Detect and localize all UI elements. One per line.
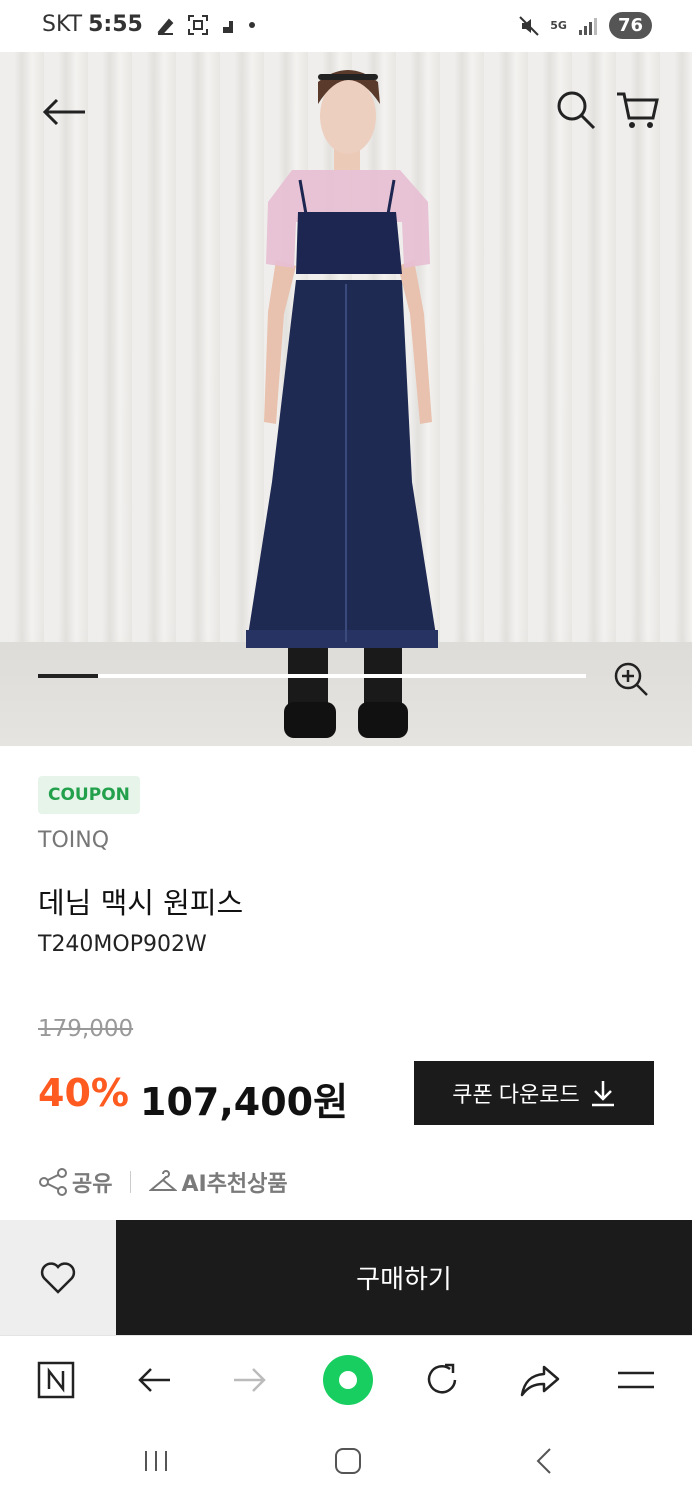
status-right: 5G 76 [518,12,652,39]
browser-back-button[interactable] [128,1354,180,1406]
coupon-download-button[interactable]: 쿠폰 다운로드 [414,1061,654,1125]
status-bar: SKT 5:55 5G 76 [0,0,692,52]
coupon-download-label: 쿠폰 다운로드 [452,1082,580,1107]
buy-button[interactable]: 구매하기 [116,1220,692,1335]
gallery-progress-bar [38,674,586,678]
share-icon [39,1168,67,1196]
status-carrier: SKT [42,12,83,37]
product-photo [246,70,438,738]
sale-price: 107,400원 [140,1080,349,1124]
discount-rate: 40% [38,1071,129,1115]
share-page-button[interactable] [514,1354,566,1406]
refresh-button[interactable] [416,1354,468,1406]
ai-recommend-link[interactable]: AI추천상품 [149,1166,288,1198]
hanger-icon [149,1170,178,1191]
coupon-badge: COUPON [38,776,140,814]
more-notifications-dot-icon [248,21,255,28]
ai-recommend-label: AI추천상품 [181,1172,288,1197]
browser-toolbar [0,1335,692,1423]
product-title: 데님 맥시 원피스 [38,886,244,920]
mute-icon [519,15,539,36]
naver-home-button[interactable] [30,1354,82,1406]
product-image-gallery[interactable] [0,52,692,746]
cart-button[interactable] [612,86,662,134]
home-button[interactable] [322,1439,374,1483]
menu-button[interactable] [610,1354,662,1406]
green-dot-button[interactable] [320,1352,376,1408]
green-dot-icon [323,1355,373,1405]
forward-share-icon [520,1365,560,1397]
arrow-left-icon [138,1368,170,1392]
wishlist-button[interactable] [0,1220,116,1335]
system-navigation-bar [0,1423,692,1500]
battery-level: 76 [608,12,652,39]
pen-icon [157,18,174,35]
recent-apps-button[interactable] [130,1439,182,1483]
app-notification-icon [222,20,233,33]
search-button[interactable] [552,86,600,134]
status-left: SKT 5:55 [42,12,257,37]
chevron-left-icon [536,1448,551,1474]
network-type: 5G [550,18,567,32]
refresh-icon [427,1363,457,1394]
arrow-right-icon [234,1368,266,1392]
zoom-button[interactable] [608,656,654,702]
download-icon [591,1081,614,1107]
share-label: 공유 [72,1172,113,1197]
search-icon [557,91,596,130]
gallery-progress-fill [38,674,99,678]
screenshot-icon [187,14,208,35]
signal-icon [578,17,597,35]
system-back-button[interactable] [518,1439,570,1483]
product-code: T240MOP902W [38,932,207,957]
brand-name[interactable]: TOINQ [38,828,109,853]
cart-icon [617,92,659,128]
share-row: 공유 AI추천상품 [38,1166,288,1198]
purchase-action-bar: 구매하기 [0,1220,692,1335]
link-divider [130,1171,132,1193]
original-price: 179,000 [38,1016,134,1042]
heart-icon [40,1261,76,1294]
recent-apps-icon [145,1451,167,1471]
home-square-icon [335,1448,361,1474]
back-button[interactable] [38,88,90,136]
naver-n-icon [37,1361,75,1399]
hamburger-menu-icon [618,1371,654,1389]
share-link[interactable]: 공유 [38,1166,112,1198]
arrow-left-icon [42,98,85,126]
browser-forward-button[interactable] [224,1354,276,1406]
zoom-in-icon [614,662,648,696]
status-notification-icons [155,14,257,36]
status-time: 5:55 [88,12,143,37]
